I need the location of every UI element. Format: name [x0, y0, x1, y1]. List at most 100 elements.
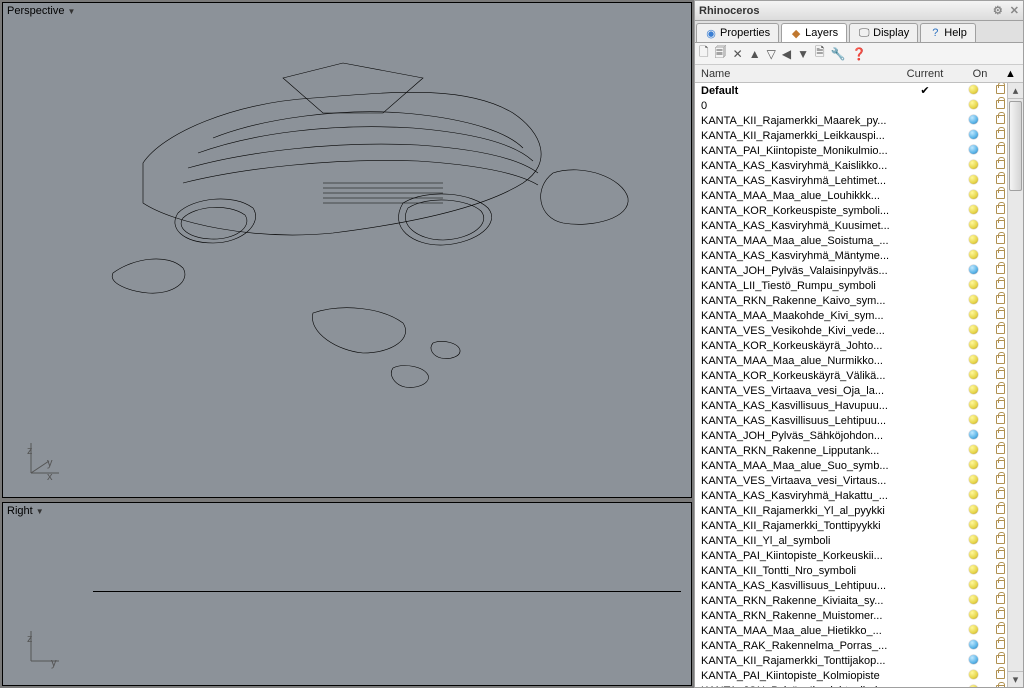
layer-row[interactable]: KANTA_MAA_Maa_alue_Hietikko_...	[695, 623, 1023, 638]
layer-on-toggle[interactable]	[955, 475, 991, 487]
layer-row[interactable]: KANTA_VES_Virtaava_vesi_Virtaus...	[695, 473, 1023, 488]
scrollbar-vertical[interactable]: ▴ ▾	[1007, 83, 1023, 687]
bulb-icon[interactable]	[969, 220, 978, 229]
layer-on-toggle[interactable]	[955, 415, 991, 427]
bulb-icon[interactable]	[969, 580, 978, 589]
col-on[interactable]: On	[955, 68, 1005, 80]
gear-icon[interactable]: ⚙	[993, 5, 1003, 17]
layer-on-toggle[interactable]	[955, 265, 991, 277]
viewport-title-perspective[interactable]: Perspective ▼	[7, 5, 75, 17]
move-down-icon[interactable]: ▽	[767, 47, 776, 61]
tab-properties[interactable]: ◉ Properties	[696, 23, 779, 42]
layer-row[interactable]: KANTA_KII_Rajamerkki_Maarek_py...	[695, 113, 1023, 128]
move-up-icon[interactable]: ▲	[749, 47, 761, 61]
layer-on-toggle[interactable]	[955, 430, 991, 442]
layer-on-toggle[interactable]	[955, 160, 991, 172]
bulb-icon[interactable]	[969, 370, 978, 379]
bulb-icon[interactable]	[969, 415, 978, 424]
bulb-icon[interactable]	[969, 145, 978, 154]
col-name[interactable]: Name	[695, 68, 895, 80]
bulb-icon[interactable]	[969, 205, 978, 214]
layer-on-toggle[interactable]	[955, 505, 991, 517]
layer-on-toggle[interactable]	[955, 520, 991, 532]
bulb-icon[interactable]	[969, 115, 978, 124]
tab-display[interactable]: 🖵 Display	[849, 23, 918, 42]
layer-row[interactable]: KANTA_KOR_Korkeuskäyrä_Välikä...	[695, 368, 1023, 383]
layer-on-toggle[interactable]	[955, 145, 991, 157]
bulb-icon[interactable]	[969, 295, 978, 304]
layer-row[interactable]: KANTA_LII_Tiestö_Rumpu_symboli	[695, 278, 1023, 293]
bulb-icon[interactable]	[969, 550, 978, 559]
bulb-icon[interactable]	[969, 535, 978, 544]
layer-row[interactable]: KANTA_KAS_Kasvillisuus_Havupuu...	[695, 398, 1023, 413]
layer-row[interactable]: KANTA_JOH_Pylväs_Ilmajohtopilari...	[695, 683, 1023, 687]
layer-row[interactable]: KANTA_RKN_Rakenne_Kiviaita_sy...	[695, 593, 1023, 608]
chevron-down-icon[interactable]: ▼	[36, 507, 44, 516]
layer-current[interactable]: ✔	[895, 84, 955, 97]
scroll-up-icon[interactable]: ▴	[1008, 83, 1023, 99]
bulb-icon[interactable]	[969, 430, 978, 439]
layer-on-toggle[interactable]	[955, 115, 991, 127]
layer-on-toggle[interactable]	[955, 550, 991, 562]
layer-on-toggle[interactable]	[955, 385, 991, 397]
layer-on-toggle[interactable]	[955, 535, 991, 547]
layer-on-toggle[interactable]	[955, 655, 991, 667]
layer-list[interactable]: Default✔0KANTA_KII_Rajamerkki_Maarek_py.…	[695, 83, 1023, 687]
layer-row[interactable]: KANTA_PAI_Kiintopiste_Monikulmio...	[695, 143, 1023, 158]
layer-row[interactable]: KANTA_KOR_Korkeuskäyrä_Johto...	[695, 338, 1023, 353]
layer-row[interactable]: KANTA_KAS_Kasviryhmä_Kuusimet...	[695, 218, 1023, 233]
bulb-icon[interactable]	[969, 130, 978, 139]
tools-icon[interactable]: 🔧	[831, 47, 846, 61]
layer-on-toggle[interactable]	[955, 610, 991, 622]
layer-on-toggle[interactable]	[955, 370, 991, 382]
bulb-icon[interactable]	[969, 505, 978, 514]
layer-row[interactable]: KANTA_JOH_Pylväs_Sähköjohdon...	[695, 428, 1023, 443]
layer-row[interactable]: KANTA_KII_Rajamerkki_Tonttijakop...	[695, 653, 1023, 668]
bulb-icon[interactable]	[969, 640, 978, 649]
col-current[interactable]: Current	[895, 68, 955, 80]
bulb-icon[interactable]	[969, 175, 978, 184]
layer-on-toggle[interactable]	[955, 280, 991, 292]
layer-row[interactable]: KANTA_KII_Rajamerkki_Leikkauspi...	[695, 128, 1023, 143]
bulb-icon[interactable]	[969, 670, 978, 679]
bulb-icon[interactable]	[969, 310, 978, 319]
layer-row[interactable]: KANTA_MAA_Maa_alue_Louhikkk...	[695, 188, 1023, 203]
scroll-down-icon[interactable]: ▾	[1008, 671, 1023, 687]
bulb-icon[interactable]	[969, 400, 978, 409]
viewport-right[interactable]: Right ▼ z y	[2, 502, 692, 686]
bulb-icon[interactable]	[969, 595, 978, 604]
bulb-icon[interactable]	[969, 490, 978, 499]
layer-on-toggle[interactable]	[955, 595, 991, 607]
layer-on-toggle[interactable]	[955, 565, 991, 577]
bulb-icon[interactable]	[969, 610, 978, 619]
viewport-title-right[interactable]: Right ▼	[7, 505, 44, 517]
layer-row[interactable]: KANTA_MAA_Maakohde_Kivi_sym...	[695, 308, 1023, 323]
layer-row[interactable]: Default✔	[695, 83, 1023, 98]
filter-icon[interactable]: ▼	[797, 47, 809, 61]
layer-row[interactable]: KANTA_KAS_Kasvillisuus_Lehtipuu...	[695, 413, 1023, 428]
bulb-icon[interactable]	[969, 565, 978, 574]
bulb-icon[interactable]	[969, 325, 978, 334]
layer-row[interactable]: KANTA_KII_Rajamerkki_Yl_al_pyykki	[695, 503, 1023, 518]
bulb-icon[interactable]	[969, 385, 978, 394]
layer-row[interactable]: KANTA_KOR_Korkeuspiste_symboli...	[695, 203, 1023, 218]
bulb-icon[interactable]	[969, 280, 978, 289]
layer-row[interactable]: KANTA_PAI_Kiintopiste_Korkeuskii...	[695, 548, 1023, 563]
layer-row[interactable]: KANTA_PAI_Kiintopiste_Kolmiopiste	[695, 668, 1023, 683]
bulb-icon[interactable]	[969, 475, 978, 484]
layer-on-toggle[interactable]	[955, 205, 991, 217]
close-icon[interactable]: ✕	[1010, 5, 1019, 17]
viewport-perspective[interactable]: Perspective ▼	[2, 2, 692, 498]
new-sublayer-icon[interactable]: 🗐	[715, 43, 727, 64]
layer-row[interactable]: KANTA_RKN_Rakenne_Muistomer...	[695, 608, 1023, 623]
layer-row[interactable]: KANTA_MAA_Maa_alue_Soistuma_...	[695, 233, 1023, 248]
bulb-icon[interactable]	[969, 235, 978, 244]
panel-header[interactable]: Rhinoceros ⚙ ✕	[695, 1, 1023, 21]
layer-on-toggle[interactable]	[955, 355, 991, 367]
layer-row[interactable]: KANTA_MAA_Maa_alue_Nurmikko...	[695, 353, 1023, 368]
bulb-icon[interactable]	[969, 85, 978, 94]
layer-row[interactable]: KANTA_RKN_Rakenne_Kaivo_sym...	[695, 293, 1023, 308]
layer-row[interactable]: KANTA_VES_Virtaava_vesi_Oja_la...	[695, 383, 1023, 398]
help-toolbar-icon[interactable]: ❓	[852, 47, 867, 61]
layer-on-toggle[interactable]	[955, 310, 991, 322]
